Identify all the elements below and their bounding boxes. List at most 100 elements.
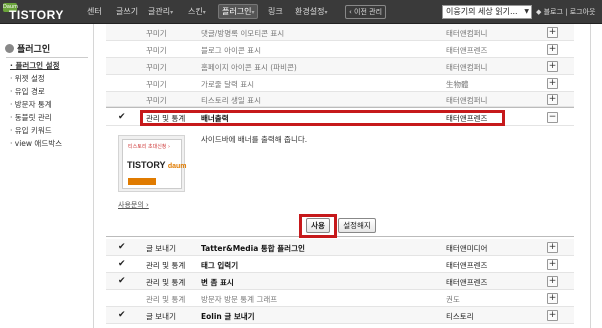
sidebar-item-keywords[interactable]: · 유입 키워드 (10, 125, 52, 136)
plugin-name: 변 좀 표시 (201, 278, 234, 287)
prev-admin-button[interactable]: ‹ 이전 관리 (345, 5, 387, 19)
plugin-description: 사이드바에 배너를 출력해 줍니다. (201, 135, 308, 144)
sidebar-divider (6, 57, 88, 58)
active-check: ✔ (118, 310, 126, 320)
sidebar-item-label: 유입 경로 (14, 87, 45, 96)
sidebar-item-label: 위젯 설정 (14, 74, 45, 83)
nav-write[interactable]: 글쓰기 (116, 6, 138, 17)
expand-toggle[interactable]: + (547, 61, 558, 72)
chevron-down-icon: ▾ (202, 9, 206, 16)
sidebar-title-text: 플러그인 (17, 45, 51, 55)
sidebar-item-bullet-manage[interactable]: · 동블릿 관리 (10, 112, 52, 123)
plugin-author: 태터앤프렌즈 (446, 46, 488, 55)
thumbnail-banner-bar (128, 178, 156, 185)
tistory-logo[interactable]: Daum TISTORY (3, 3, 67, 22)
active-check: ✔ (118, 242, 126, 252)
expand-toggle[interactable]: + (547, 44, 558, 55)
sidebar-item-label: 플러그인 설정 (15, 61, 60, 70)
sidebar-item-label: 방문자 통계 (14, 100, 52, 109)
thumbnail-logo-sub: daum (167, 163, 187, 170)
usage-inquiry-link[interactable]: 사용문의 › (118, 200, 149, 210)
plugin-name: 댓글/방명록 이모티콘 표시 (201, 29, 285, 38)
plugin-row[interactable]: ✔ 글 보내기 Tatter&Media 통합 플러그인 태터앤미디어 + (106, 239, 574, 256)
plugin-row[interactable]: 꾸미기 댓글/방명록 이모티콘 표시 태터앤컴퍼니 + (106, 24, 574, 41)
sidebar-item-referrers[interactable]: · 유입 경로 (10, 86, 45, 97)
action-bar: 사용 설정해지 (106, 212, 574, 238)
thumbnail-logo: TISTORY daum (127, 160, 187, 170)
active-check: ✔ (118, 276, 126, 286)
plugin-row[interactable]: 관리 및 통계 방문자 방문 통계 그래프 권도 + (106, 290, 574, 307)
plugin-name: 블로그 아이콘 표시 (201, 46, 261, 55)
use-button[interactable]: 사용 (306, 218, 330, 233)
nav-label: 링크 (268, 7, 283, 16)
sidebar-title: 플러그인 (5, 42, 50, 55)
plugin-category: 꾸미기 (146, 46, 167, 55)
plugin-name: 방문자 방문 통계 그래프 (201, 295, 278, 304)
sidebar-item-label: view 애드박스 (14, 139, 63, 148)
plugin-name: 티스토리 생일 표시 (201, 96, 261, 105)
nav-skin[interactable]: 스킨▾ (188, 6, 206, 17)
plugin-row[interactable]: 꾸미기 티스토리 생일 표시 태터앤컴퍼니 + (106, 92, 574, 107)
plugin-author: 태터앤컴퍼니 (446, 96, 488, 105)
plugin-author: 태터앤프렌즈 (446, 278, 488, 287)
plugin-row[interactable]: ✔ 글 보내기 Eolin 글 보내기 티스토리 + (106, 307, 574, 324)
chevron-down-icon: ▾ (324, 9, 328, 16)
blog-select[interactable]: 이웅기의 세상 읽기... ▼ (442, 5, 532, 19)
plugin-category: 글 보내기 (146, 312, 176, 321)
expand-toggle[interactable]: + (547, 242, 558, 253)
plugin-author: 生物體 (446, 80, 469, 89)
plugin-name: Eolin 글 보내기 (201, 312, 255, 321)
nav-center[interactable]: 센터 (87, 6, 102, 17)
plugin-category: 관리 및 통계 (146, 278, 186, 287)
plugin-row[interactable]: 꾸미기 홈페이지 아이콘 표시 (파비콘) 태터앤컴퍼니 + (106, 58, 574, 75)
plugin-category: 꾸미기 (146, 29, 167, 38)
expand-toggle[interactable]: + (547, 94, 558, 105)
plugin-list: 꾸미기 댓글/방명록 이모티콘 표시 태터앤컴퍼니 + 꾸미기 블로그 아이콘 … (106, 24, 574, 328)
plugin-row[interactable]: ✔ 관리 및 통계 태그 입력기 태터앤프렌즈 + (106, 256, 574, 273)
blog-logout-links[interactable]: ◆ 블로그 | 로그아웃 (536, 7, 596, 17)
plugin-row[interactable]: 꾸미기 가로줄 달력 표시 生物體 + (106, 75, 574, 92)
expand-toggle[interactable]: + (547, 293, 558, 304)
thumbnail-frame: 티스토리 초대신청 › TISTORY daum (122, 139, 187, 189)
plugin-name: Tatter&Media 통합 플러그인 (201, 244, 305, 253)
nav-settings[interactable]: 환경설정▾ (295, 6, 327, 17)
plugin-category: 글 보내기 (146, 244, 176, 253)
plugin-row[interactable]: ✔ 관리 및 통계 변 좀 표시 태터앤프렌즈 + (106, 273, 574, 290)
expand-toggle[interactable]: + (547, 78, 558, 89)
nav-post-manage[interactable]: 글관리▾ (148, 6, 173, 17)
collapse-toggle[interactable]: − (547, 112, 558, 123)
expand-toggle[interactable]: + (547, 276, 558, 287)
thumbnail-tag: 티스토리 초대신청 › (128, 144, 170, 150)
plugin-category: 꾸미기 (146, 80, 167, 89)
plugin-name: 홈페이지 아이콘 표시 (파비콘) (201, 63, 297, 72)
chevron-down-icon: ▾ (251, 9, 255, 16)
sidebar-item-view-adbox[interactable]: · view 애드박스 (10, 138, 62, 149)
nav-label: 센터 (87, 7, 102, 16)
plugin-thumbnail: 티스토리 초대신청 › TISTORY daum (118, 135, 187, 192)
expand-toggle[interactable]: + (547, 27, 558, 38)
active-check: ✔ (118, 259, 126, 269)
expand-toggle[interactable]: + (547, 310, 558, 321)
expanded-plugin-panel: ✔ 관리 및 통계 배너출력 태터앤프렌즈 − 티스토리 초대신청 › TIST… (106, 107, 574, 238)
nav-plugin[interactable]: 플러그인▾ (218, 4, 259, 19)
plugin-author: 티스토리 (446, 312, 474, 321)
plugin-author: 태터앤미디어 (446, 244, 488, 253)
highlight-box (140, 110, 505, 126)
sidebar-item-plugin-settings[interactable]: · 플러그인 설정 (10, 60, 59, 71)
nav-link[interactable]: 링크 (268, 6, 283, 17)
chevron-down-icon: ▾ (170, 9, 174, 16)
thumbnail-logo-text: TISTORY (127, 160, 166, 170)
left-divider (93, 24, 94, 328)
nav-label: 환경설정 (295, 7, 325, 16)
sidebar-item-visitor-stats[interactable]: · 방문자 통계 (10, 99, 52, 110)
right-divider (590, 24, 591, 328)
logo-text: TISTORY (9, 8, 64, 22)
expand-toggle[interactable]: + (547, 259, 558, 270)
nav-label: 스킨 (188, 7, 203, 16)
sidebar-item-label: 유입 키워드 (14, 126, 52, 135)
blog-select-value: 이웅기의 세상 읽기... (446, 7, 518, 16)
deactivate-button[interactable]: 설정해지 (338, 218, 376, 233)
plugin-row[interactable]: 꾸미기 블로그 아이콘 표시 태터앤프렌즈 + (106, 41, 574, 58)
sidebar-item-widget-settings[interactable]: · 위젯 설정 (10, 73, 45, 84)
plugin-name: 가로줄 달력 표시 (201, 80, 255, 89)
